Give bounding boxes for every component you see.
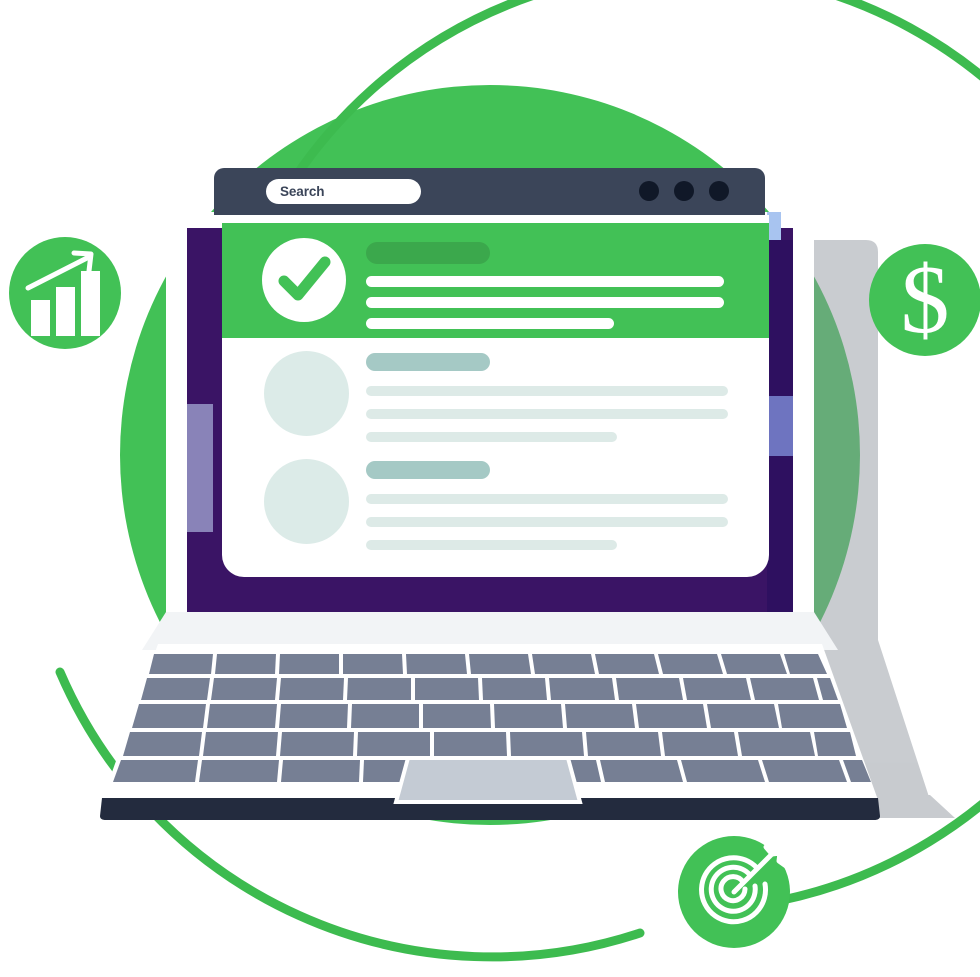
illustration-scene: Search $ (0, 0, 980, 977)
dollar-sign-icon: $ (901, 246, 950, 354)
floating-badges-layer: $ (9, 237, 980, 948)
badge-target[interactable] (678, 836, 790, 948)
badge-dollar[interactable]: $ (869, 244, 980, 356)
badge-growth-chart[interactable] (9, 237, 121, 349)
